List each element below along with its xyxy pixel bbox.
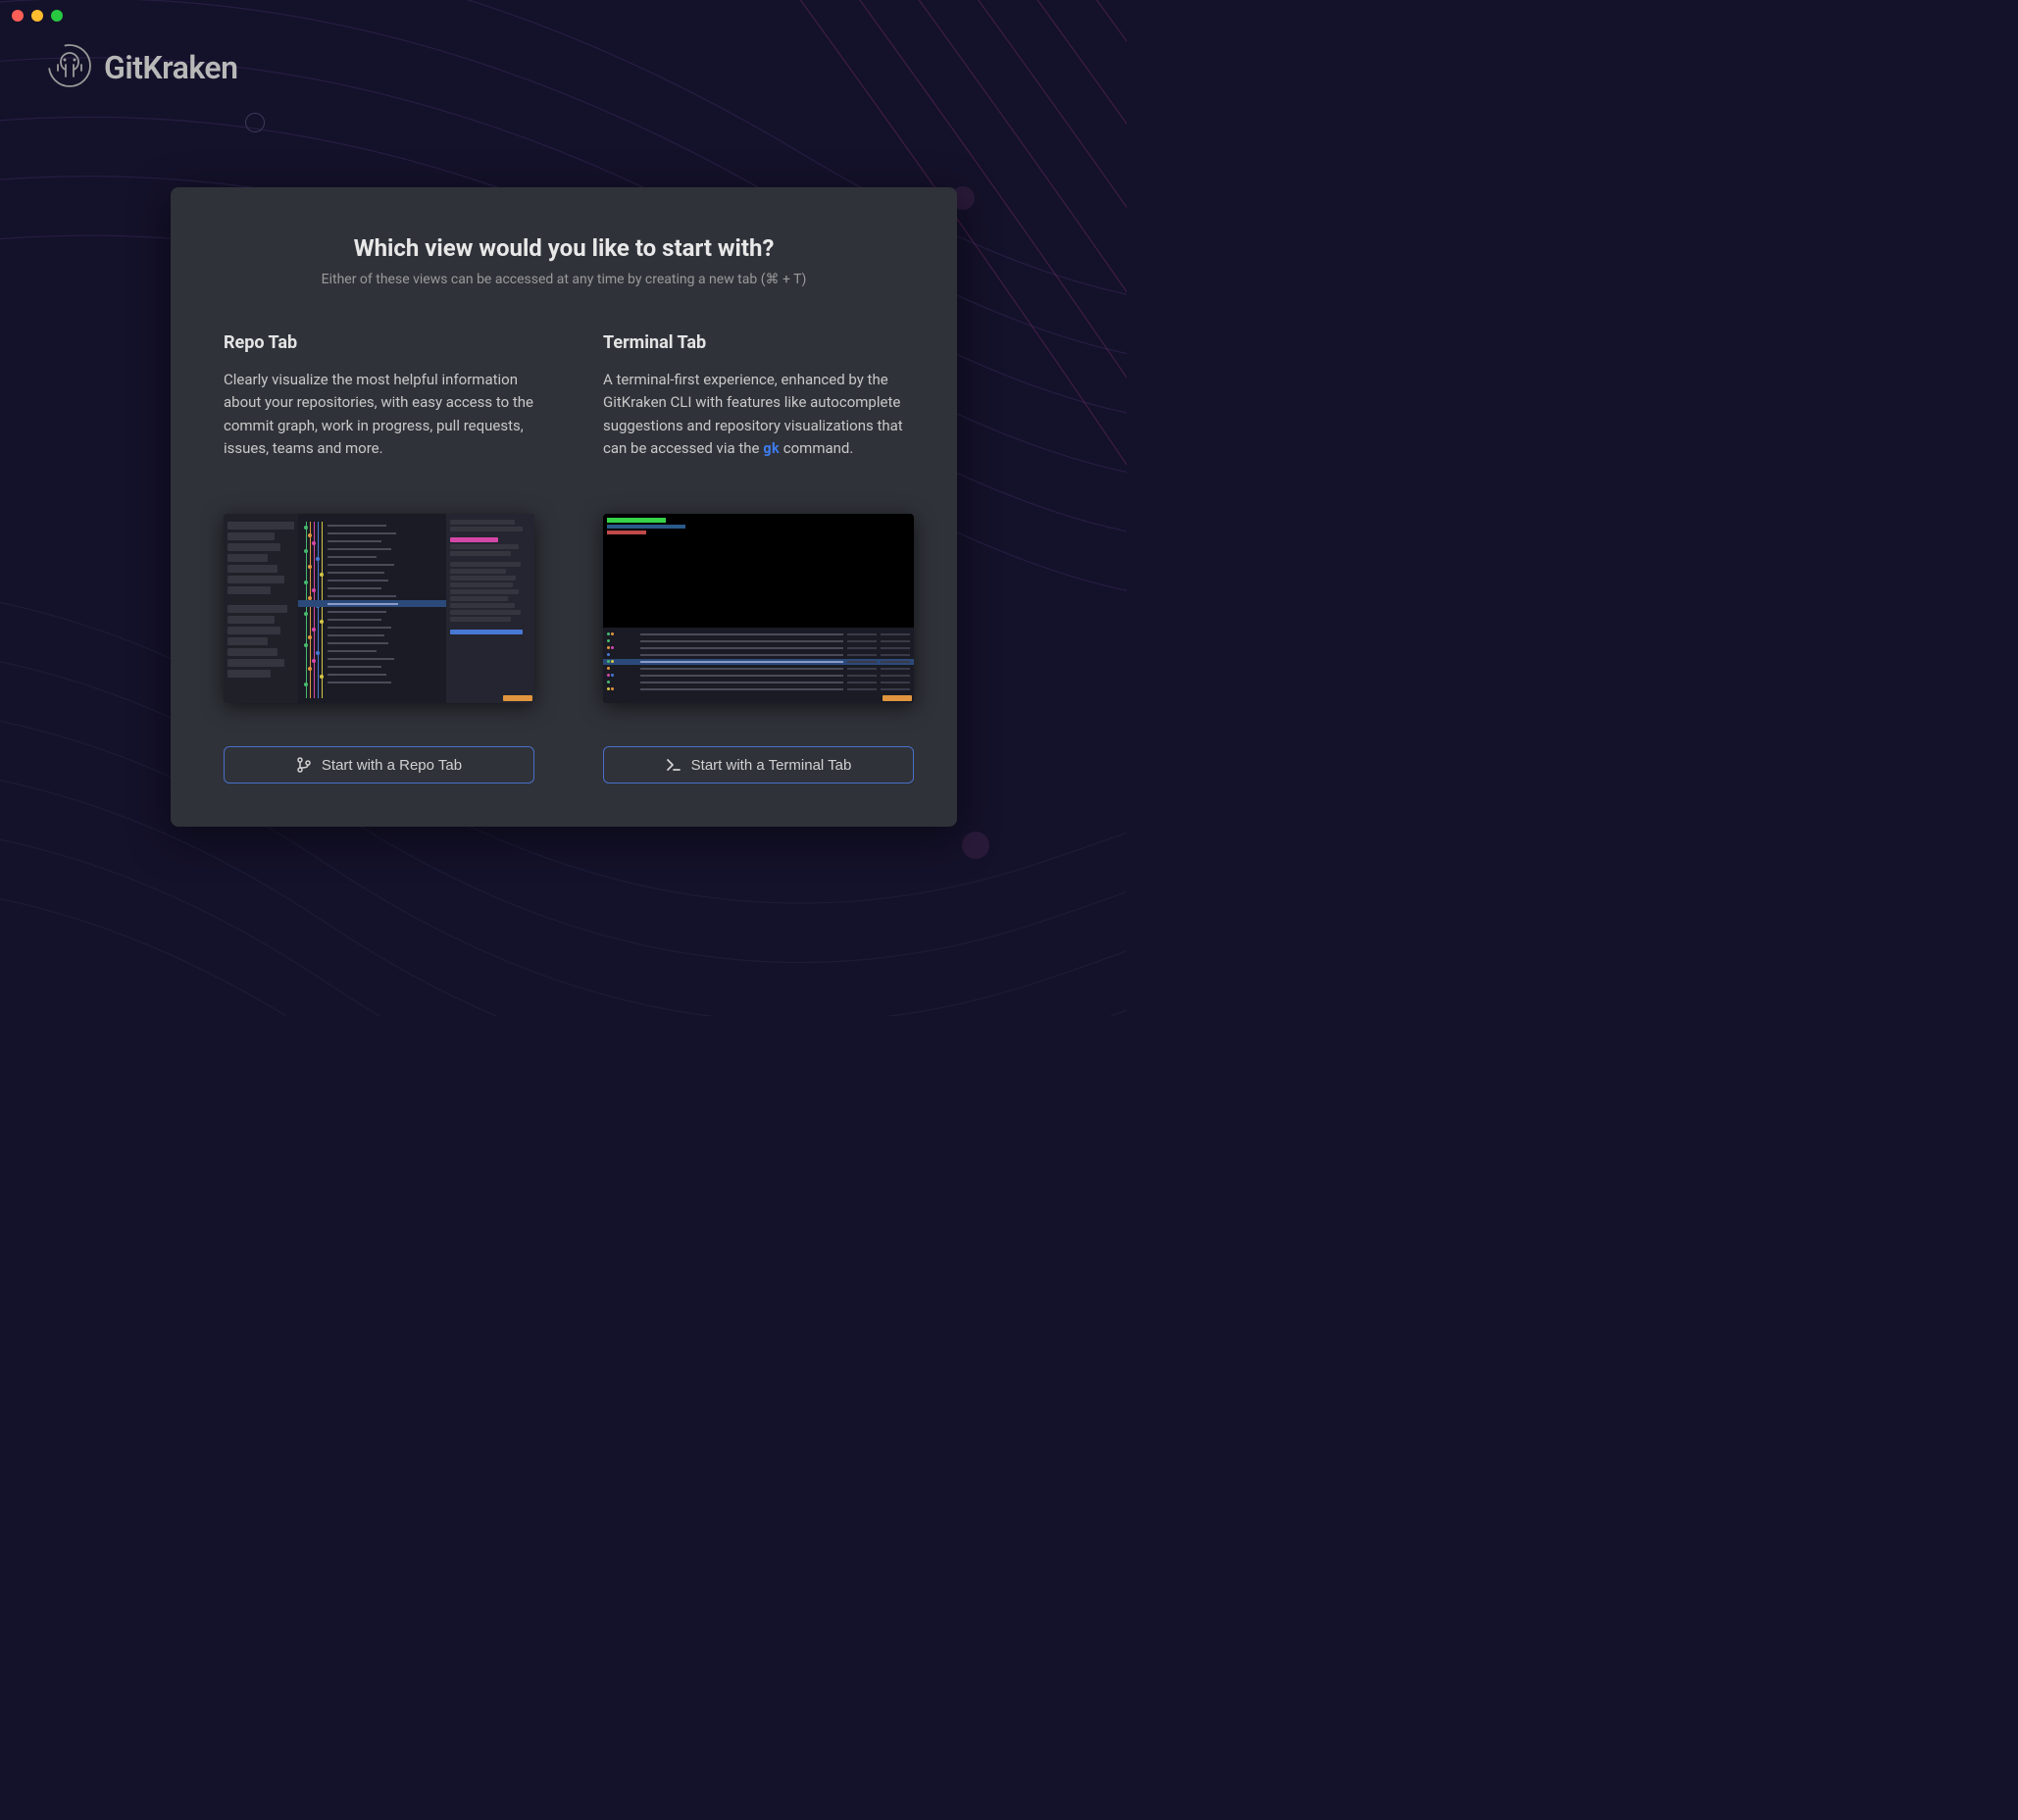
app-logo: GitKraken bbox=[47, 43, 238, 92]
terminal-tab-option: Terminal Tab A terminal-first experience… bbox=[603, 332, 914, 784]
start-terminal-tab-label: Start with a Terminal Tab bbox=[691, 757, 852, 774]
start-repo-tab-button[interactable]: Start with a Repo Tab bbox=[224, 746, 534, 784]
start-terminal-tab-button[interactable]: Start with a Terminal Tab bbox=[603, 746, 914, 784]
gk-command-text: gk bbox=[763, 441, 780, 457]
terminal-tab-description: A terminal-first experience, enhanced by… bbox=[603, 369, 914, 486]
window-controls bbox=[12, 10, 63, 22]
logo-text: GitKraken bbox=[104, 49, 238, 86]
repo-tab-preview bbox=[224, 514, 534, 703]
maximize-button[interactable] bbox=[51, 10, 63, 22]
git-branch-icon bbox=[296, 757, 312, 773]
terminal-tab-preview bbox=[603, 514, 914, 703]
gitkraken-icon bbox=[47, 43, 92, 92]
card-subtitle: Either of these views can be accessed at… bbox=[224, 272, 904, 287]
close-button[interactable] bbox=[12, 10, 24, 22]
terminal-icon bbox=[666, 757, 681, 773]
repo-tab-title: Repo Tab bbox=[224, 332, 534, 353]
card-title: Which view would you like to start with? bbox=[224, 234, 904, 262]
minimize-button[interactable] bbox=[31, 10, 43, 22]
terminal-tab-title: Terminal Tab bbox=[603, 332, 914, 353]
repo-tab-option: Repo Tab Clearly visualize the most help… bbox=[224, 332, 534, 784]
repo-tab-description: Clearly visualize the most helpful infor… bbox=[224, 369, 534, 486]
start-repo-tab-label: Start with a Repo Tab bbox=[322, 757, 462, 774]
onboarding-card: Which view would you like to start with?… bbox=[171, 187, 957, 827]
